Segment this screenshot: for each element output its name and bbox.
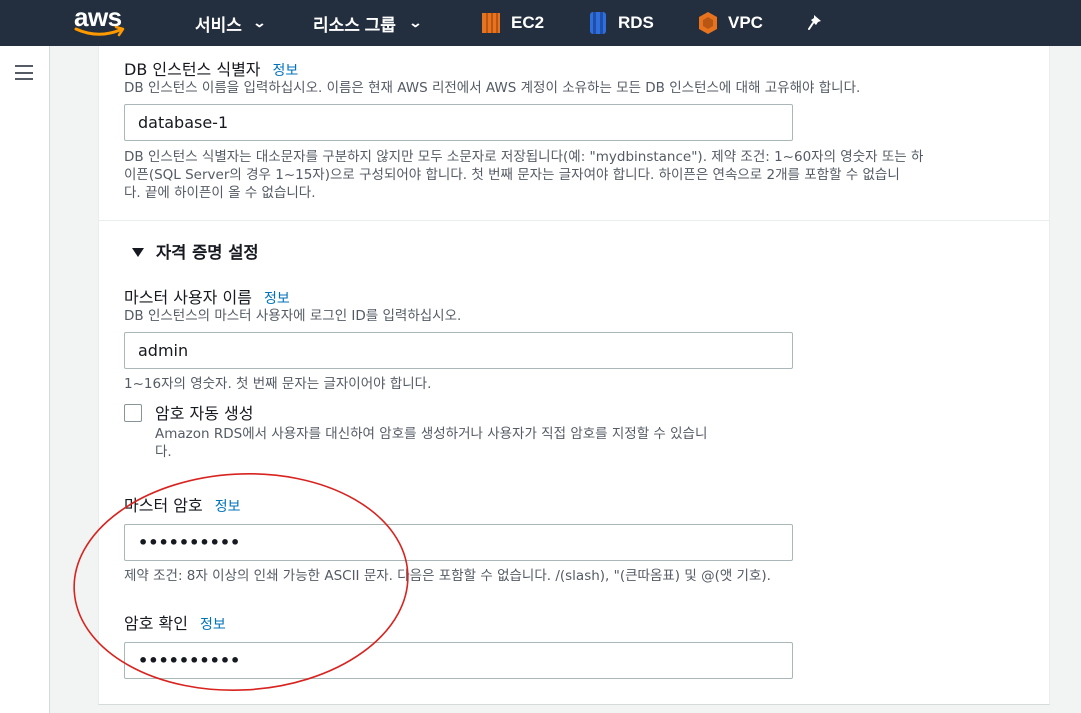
confirm-password-label-row: 암호 확인 정보 bbox=[124, 610, 226, 634]
nav-ec2-label: EC2 bbox=[511, 13, 545, 32]
master-password-label: 마스터 암호 bbox=[124, 496, 203, 515]
db-identifier-hint-line-2: 이픈(SQL Server의 경우 1~15자)으로 구성되어야 합니다. 첫 … bbox=[124, 167, 900, 183]
master-username-label-row: 마스터 사용자 이름 정보 bbox=[124, 284, 290, 308]
menu-icon[interactable] bbox=[15, 65, 33, 80]
auto-generate-password-checkbox[interactable] bbox=[124, 404, 142, 422]
master-username-info-link[interactable]: 정보 bbox=[264, 291, 290, 307]
nav-rds-shortcut[interactable]: RDS bbox=[588, 0, 654, 46]
db-identifier-input[interactable]: database-1 bbox=[124, 104, 793, 141]
master-password-value: •••••••••• bbox=[138, 533, 241, 552]
db-identifier-value: database-1 bbox=[138, 113, 229, 132]
nav-services-menu[interactable]: 서비스 ⌄ bbox=[195, 0, 267, 46]
nav-rds-label: RDS bbox=[618, 13, 654, 32]
chevron-down-icon: ⌄ bbox=[408, 15, 423, 30]
aws-logo[interactable]: aws bbox=[74, 2, 128, 40]
rds-icon bbox=[590, 12, 606, 34]
nav-ec2-shortcut[interactable]: EC2 bbox=[481, 0, 544, 46]
confirm-password-label: 암호 확인 bbox=[124, 614, 188, 633]
pin-icon bbox=[808, 15, 821, 30]
vpc-icon bbox=[699, 12, 717, 34]
master-password-hint: 제약 조건: 8자 이상의 인쇄 가능한 ASCII 문자. 다음은 포함할 수… bbox=[124, 568, 771, 584]
nav-vpc-label: VPC bbox=[728, 13, 763, 32]
settings-panel: DB 인스턴스 식별자 정보 DB 인스턴스 이름을 입력하십시오. 이름은 현재… bbox=[98, 46, 1050, 705]
auto-generate-password-label: 암호 자동 생성 bbox=[155, 404, 254, 423]
master-password-label-row: 마스터 암호 정보 bbox=[124, 492, 240, 516]
db-identifier-label-row: DB 인스턴스 식별자 정보 bbox=[124, 56, 298, 80]
db-identifier-hint-line-3: 다. 끝에 하이픈이 올 수 없습니다. bbox=[124, 185, 316, 201]
master-username-input[interactable]: admin bbox=[124, 332, 793, 369]
master-username-value: admin bbox=[138, 341, 189, 360]
ec2-icon bbox=[482, 13, 500, 33]
master-username-label: 마스터 사용자 이름 bbox=[124, 288, 252, 307]
master-password-info-link[interactable]: 정보 bbox=[215, 499, 241, 515]
master-username-hint: 1~16자의 영숫자. 첫 번째 문자는 글자이어야 합니다. bbox=[124, 376, 432, 392]
pin-button[interactable] bbox=[808, 0, 824, 46]
confirm-password-input[interactable]: •••••••••• bbox=[124, 642, 793, 679]
aws-smile-icon bbox=[74, 26, 125, 37]
confirm-password-value: •••••••••• bbox=[138, 651, 241, 670]
master-password-input[interactable]: •••••••••• bbox=[124, 524, 793, 561]
db-identifier-hint-line-1: DB 인스턴스 식별자는 대소문자를 구분하지 않지만 모두 소문자로 저장됩니… bbox=[124, 149, 924, 165]
auto-generate-password-desc-line-1: Amazon RDS에서 사용자를 대신하여 암호를 생성하거나 사용자가 직접… bbox=[155, 426, 708, 442]
nav-services-label: 서비스 bbox=[195, 15, 242, 35]
auto-generate-password-desc-line-2: 다. bbox=[155, 444, 172, 460]
db-identifier-description: DB 인스턴스 이름을 입력하십시오. 이름은 현재 AWS 리전에서 AWS … bbox=[124, 80, 861, 96]
chevron-down-icon: ⌄ bbox=[252, 15, 267, 30]
master-username-description: DB 인스턴스의 마스터 사용자에 로그인 ID를 입력하십시오. bbox=[124, 308, 462, 324]
confirm-password-info-link[interactable]: 정보 bbox=[200, 617, 226, 633]
nav-resource-groups-label: 리소스 그룹 bbox=[313, 15, 396, 35]
db-identifier-info-link[interactable]: 정보 bbox=[273, 63, 299, 79]
side-navigation-rail bbox=[0, 46, 50, 713]
nav-resource-groups-menu[interactable]: 리소스 그룹 ⌄ bbox=[313, 0, 423, 46]
top-navigation-bar: aws 서비스 ⌄ 리소스 그룹 ⌄ EC2 RDS VPC bbox=[0, 0, 1081, 46]
credentials-section-toggle[interactable]: 자격 증명 설정 bbox=[132, 239, 259, 263]
nav-vpc-shortcut[interactable]: VPC bbox=[698, 0, 763, 46]
db-identifier-label: DB 인스턴스 식별자 bbox=[124, 60, 261, 79]
section-divider bbox=[99, 220, 1049, 221]
caret-down-icon bbox=[132, 247, 144, 257]
credentials-section-title: 자격 증명 설정 bbox=[156, 243, 259, 262]
